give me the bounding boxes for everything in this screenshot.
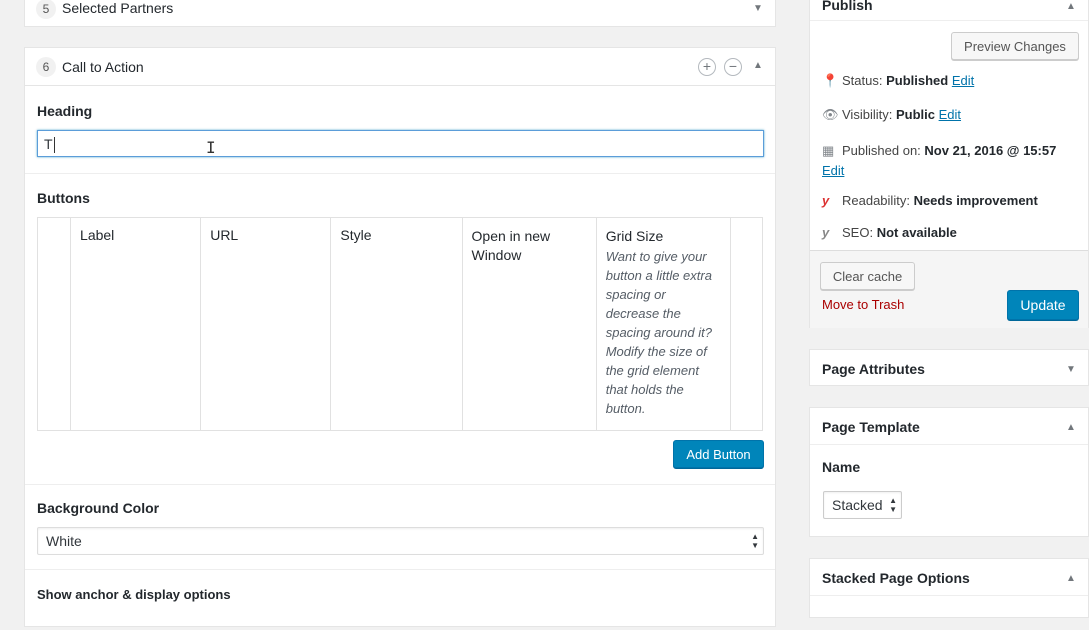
field-divider (25, 569, 775, 570)
row-number: 6 (36, 57, 56, 77)
update-button[interactable]: Update (1007, 290, 1079, 320)
remove-row-icon[interactable]: − (724, 58, 742, 76)
grid-size-label: Grid Size (605, 228, 664, 244)
field-divider (25, 484, 775, 485)
row-number: 5 (36, 0, 56, 19)
background-color-select[interactable]: White ▲ ▼ (37, 527, 764, 555)
seo-value: Not available (876, 225, 957, 240)
stacked-options-title: Stacked Page Options (822, 570, 970, 586)
grid-size-hint: Want to give your button a little extra … (605, 249, 712, 416)
heading-label: Heading (37, 103, 93, 119)
seo-line: y SEO: Not available (822, 225, 957, 240)
anchor-options-label[interactable]: Show anchor & display options (37, 587, 231, 602)
stacked-page-options-box: Stacked Page Options ▲ (809, 558, 1089, 618)
readability-line: y Readability: Needs improvement (822, 193, 1038, 208)
select-arrows-icon: ▲ ▼ (751, 532, 759, 550)
stacked-options-header[interactable]: Stacked Page Options ▲ (810, 559, 1088, 596)
buttons-label: Buttons (37, 190, 90, 206)
template-select-value: Stacked (832, 497, 883, 513)
move-to-trash-link[interactable]: Move to Trash (822, 297, 904, 312)
eye-icon: 👁 (822, 107, 839, 122)
ibeam-cursor-icon: I (206, 138, 216, 157)
edit-date-link[interactable]: Edit (822, 163, 844, 178)
page-attributes-box[interactable]: Page Attributes ▼ (809, 349, 1089, 386)
published-on-line: ▦ Published on: Nov 21, 2016 @ 15:57 Edit (822, 143, 1057, 178)
expand-arrow-icon[interactable]: ▼ (1066, 365, 1076, 375)
row-header[interactable]: 6 Call to Action + − ▲ (25, 48, 775, 86)
visibility-value: Public (895, 107, 935, 122)
row-call-to-action: 6 Call to Action + − ▲ Heading T I Butto… (24, 47, 776, 627)
page-attributes-title: Page Attributes (822, 361, 925, 377)
collapse-arrow-icon[interactable]: ▲ (1066, 574, 1076, 584)
heading-input[interactable]: T (37, 130, 764, 157)
row-handle-cell (36, 217, 72, 431)
row-title: Selected Partners (62, 0, 174, 16)
column-new-window: Open in new Window (461, 217, 597, 431)
template-select[interactable]: Stacked ▲ ▼ (823, 491, 902, 519)
background-color-label: Background Color (37, 500, 160, 516)
readability-value: Needs improvement (913, 193, 1038, 208)
collapse-arrow-icon[interactable]: ▲ (753, 61, 763, 71)
buttons-table: Label URL Style Open in new Window Grid … (36, 217, 764, 431)
expand-arrow-icon[interactable]: ▼ (753, 4, 763, 14)
pin-icon: 📍 (822, 73, 839, 88)
clear-cache-button[interactable]: Clear cache (820, 262, 915, 290)
row-actions-cell (729, 217, 764, 431)
add-button-button[interactable]: Add Button (673, 440, 764, 468)
background-color-value: White (46, 533, 82, 549)
publish-actions: Clear cache Move to Trash Update (810, 250, 1088, 328)
collapse-arrow-icon[interactable]: ▲ (1066, 2, 1076, 12)
heading-input-value: T (44, 136, 53, 152)
add-row-icon[interactable]: + (698, 58, 716, 76)
column-grid-size: Grid Size Want to give your button a lit… (595, 217, 731, 431)
select-arrows-icon: ▲ ▼ (889, 496, 897, 514)
column-style: Style (330, 217, 463, 431)
visibility-line: 👁 Visibility: Public Edit (822, 107, 962, 122)
row-selected-partners[interactable]: 5 Selected Partners ▼ (24, 0, 776, 27)
published-on-value: Nov 21, 2016 @ 15:57 (924, 143, 1057, 158)
edit-visibility-link[interactable]: Edit (939, 107, 961, 122)
table-header-row: Label URL Style Open in new Window Grid … (36, 217, 764, 431)
row-title: Call to Action (62, 59, 144, 75)
status-value: Published (886, 73, 949, 88)
preview-changes-button[interactable]: Preview Changes (951, 32, 1079, 60)
publish-title: Publish (822, 0, 873, 13)
page-template-title: Page Template (822, 419, 920, 435)
yoast-readability-icon: y (822, 193, 830, 208)
field-divider (25, 173, 775, 174)
calendar-icon: ▦ (822, 143, 835, 158)
edit-status-link[interactable]: Edit (952, 73, 974, 88)
column-label: Label (70, 217, 202, 431)
page-template-header[interactable]: Page Template ▲ (810, 408, 1088, 445)
yoast-seo-icon: y (822, 225, 830, 240)
text-cursor (53, 137, 55, 154)
column-url: URL (200, 217, 332, 431)
status-line: 📍 Status: Published Edit (822, 73, 975, 88)
collapse-arrow-icon[interactable]: ▲ (1066, 423, 1076, 433)
template-name-label: Name (822, 459, 861, 475)
publish-header[interactable]: Publish ▲ (810, 0, 1088, 21)
page-template-box: Page Template ▲ Name Stacked ▲ ▼ (809, 407, 1089, 537)
publish-box: Publish ▲ Preview Changes 📍 Status: Publi… (809, 0, 1089, 328)
